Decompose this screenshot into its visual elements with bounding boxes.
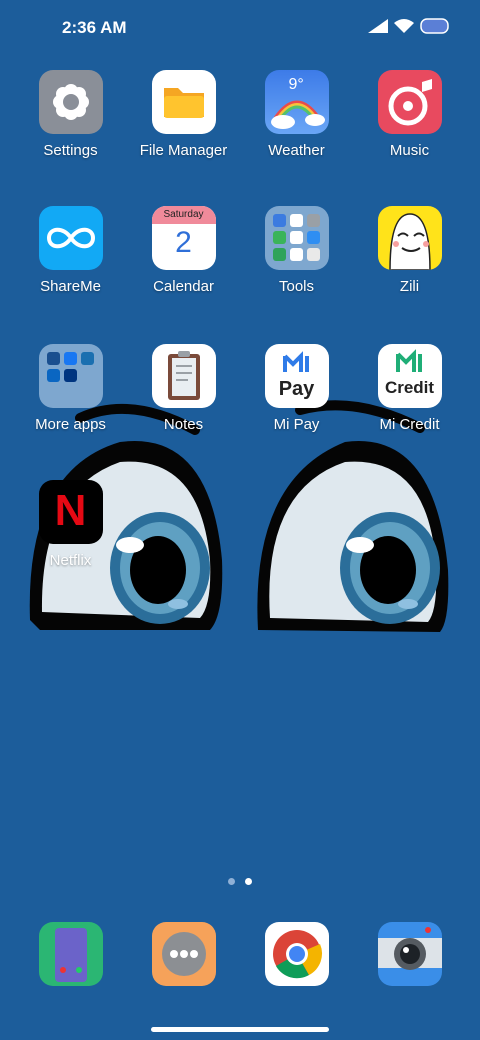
app-label: Netflix	[49, 552, 92, 569]
app-weather[interactable]: 9° Weather	[240, 70, 353, 159]
app-mi-pay[interactable]: Pay Mi Pay	[240, 344, 353, 433]
folder-icon	[151, 70, 216, 134]
dock-camera[interactable]	[353, 922, 466, 986]
status-bar: 2:36 AM	[0, 0, 480, 56]
calendar-day: Saturday	[163, 209, 204, 220]
tools-folder-icon	[264, 206, 329, 270]
app-label: Zili	[399, 278, 420, 295]
zili-icon	[377, 206, 442, 270]
app-settings[interactable]: Settings	[14, 70, 127, 159]
page-indicator[interactable]	[0, 878, 480, 885]
calendar-icon: Saturday 2	[151, 206, 216, 270]
app-netflix[interactable]: N Netflix	[14, 480, 127, 569]
weather-icon: 9°	[264, 70, 329, 134]
page-dot[interactable]	[228, 878, 235, 885]
app-label: More apps	[35, 416, 106, 433]
more-apps-folder-icon	[38, 344, 103, 408]
mi-credit-icon: Credit	[377, 344, 442, 408]
notes-icon	[151, 344, 216, 408]
app-calendar[interactable]: Saturday 2 Calendar	[127, 206, 240, 295]
app-label: Mi Pay	[273, 416, 320, 433]
app-mi-credit[interactable]: Credit Mi Credit	[353, 344, 466, 433]
app-label: Music	[389, 142, 430, 159]
mi-pay-text: Pay	[278, 378, 315, 400]
messages-icon	[151, 922, 216, 986]
app-label: Weather	[268, 142, 325, 159]
page-dot-current[interactable]	[245, 878, 252, 885]
music-icon	[377, 70, 442, 134]
app-shareme[interactable]: ShareMe	[14, 206, 127, 295]
mi-pay-icon: Pay	[264, 344, 329, 408]
app-label: File Manager	[139, 142, 228, 159]
shareme-icon	[38, 206, 103, 270]
settings-icon	[38, 70, 103, 134]
app-label: Tools	[278, 278, 315, 295]
dock-phone[interactable]	[14, 922, 127, 986]
app-music[interactable]: Music	[353, 70, 466, 159]
app-zili[interactable]: Zili	[353, 206, 466, 295]
app-label: ShareMe	[40, 278, 101, 295]
app-label: Calendar	[153, 278, 214, 295]
wifi-icon	[394, 19, 414, 33]
camera-icon	[377, 922, 442, 986]
dock-messages[interactable]	[127, 922, 240, 986]
phone-icon	[38, 922, 103, 986]
calendar-date: 2	[175, 226, 192, 259]
dock-chrome[interactable]	[240, 922, 353, 986]
app-file-manager[interactable]: File Manager	[127, 70, 240, 159]
mi-credit-text: Credit	[384, 378, 435, 397]
app-notes[interactable]: Notes	[127, 344, 240, 433]
app-more-apps[interactable]: More apps	[14, 344, 127, 433]
chrome-icon	[264, 922, 329, 986]
app-label: Mi Credit	[379, 416, 440, 433]
app-label: Settings	[43, 142, 98, 159]
app-label: Notes	[163, 416, 204, 433]
status-time: 2:36 AM	[62, 18, 127, 37]
netflix-icon: N	[38, 480, 103, 544]
home-gesture-bar[interactable]	[151, 1027, 329, 1032]
cellular-signal-icon	[368, 19, 388, 33]
netflix-letter: N	[54, 486, 87, 535]
battery-icon	[420, 18, 449, 34]
app-tools[interactable]: Tools	[240, 206, 353, 295]
